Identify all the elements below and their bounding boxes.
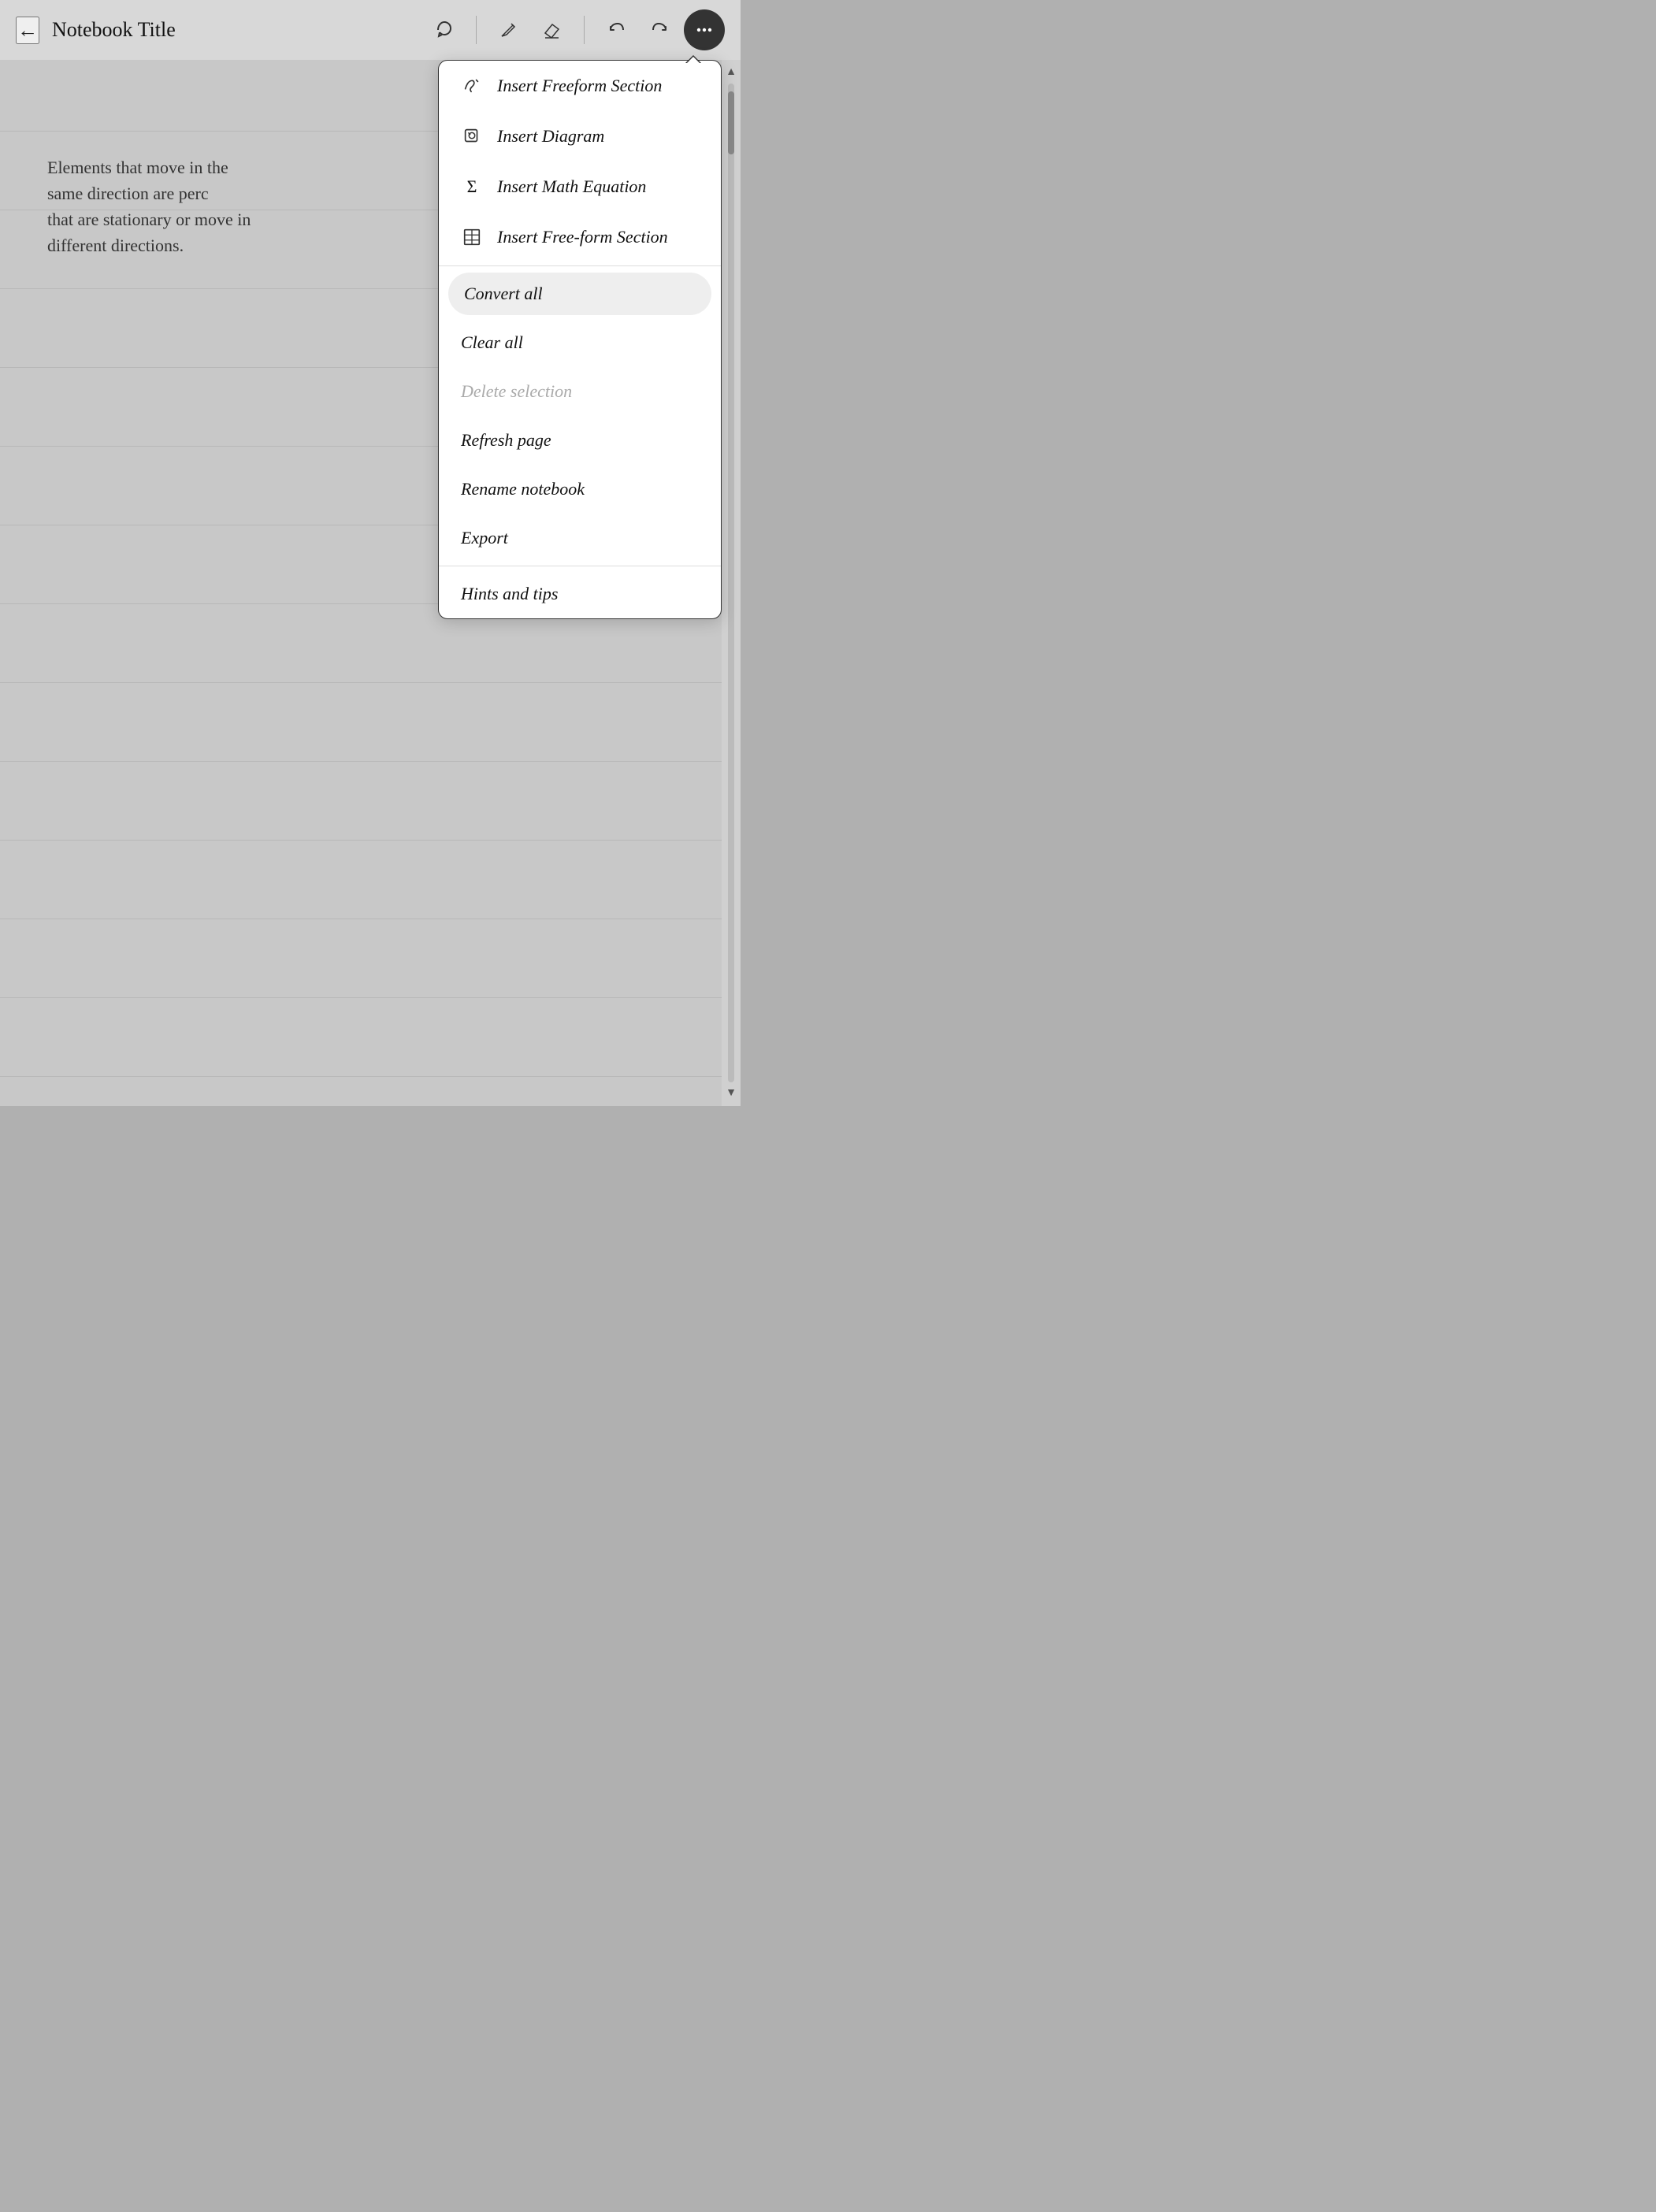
menu-label-refresh-page: Refresh page <box>461 430 551 451</box>
menu-label-rename-notebook: Rename notebook <box>461 479 585 499</box>
math-icon: Σ <box>461 176 483 198</box>
menu-separator-1 <box>439 265 721 266</box>
menu-label-export: Export <box>461 528 508 548</box>
line-rule <box>0 1076 722 1077</box>
menu-label-insert-freeform-section: Insert Free-form Section <box>497 227 668 247</box>
menu-label-insert-freeform: Insert Freeform Section <box>497 76 662 96</box>
pen-button[interactable] <box>488 9 529 50</box>
menu-item-insert-diagram[interactable]: Insert Diagram <box>439 111 721 161</box>
menu-item-insert-freeform[interactable]: Insert Freeform Section <box>439 61 721 111</box>
convert-all-wrapper: Convert all <box>439 269 721 318</box>
lasso-button[interactable] <box>424 9 465 50</box>
notebook-text: Elements that move in the same direction… <box>47 154 265 258</box>
back-button[interactable]: ← <box>16 17 39 44</box>
scrollbar-thumb[interactable] <box>728 91 734 154</box>
menu-item-delete-selection[interactable]: Delete selection <box>439 367 721 416</box>
text-line-2: that are stationary or move in different… <box>47 206 265 258</box>
scroll-up-arrow[interactable]: ▲ <box>726 66 737 79</box>
line-rule <box>0 840 722 841</box>
menu-item-clear-all[interactable]: Clear all <box>439 318 721 367</box>
freeform-icon <box>461 75 483 97</box>
separator-1 <box>476 16 477 44</box>
menu-label-convert-all: Convert all <box>464 284 543 304</box>
menu-item-insert-freeform-section[interactable]: Insert Free-form Section <box>439 212 721 262</box>
more-button[interactable] <box>684 9 725 50</box>
menu-item-convert-all[interactable]: Convert all <box>448 273 711 315</box>
separator-2 <box>584 16 585 44</box>
line-rule <box>0 997 722 998</box>
line-rule <box>0 761 722 762</box>
menu-label-hints-tips: Hints and tips <box>461 584 558 604</box>
scroll-down-arrow[interactable]: ▼ <box>726 1087 737 1100</box>
undo-button[interactable] <box>596 9 637 50</box>
text-line-1: Elements that move in the same direction… <box>47 154 265 206</box>
toolbar: ← Notebook Title <box>0 0 741 60</box>
menu-label-clear-all: Clear all <box>461 332 523 353</box>
menu-label-insert-diagram: Insert Diagram <box>497 126 604 147</box>
scrollbar-track[interactable] <box>728 84 734 1082</box>
menu-item-insert-math[interactable]: Σ Insert Math Equation <box>439 161 721 212</box>
notebook-title: Notebook Title <box>52 18 176 42</box>
toolbar-right <box>424 9 725 50</box>
menu-label-delete-selection: Delete selection <box>461 381 572 402</box>
dropdown-pointer-inner <box>686 57 700 64</box>
menu-item-refresh-page[interactable]: Refresh page <box>439 416 721 465</box>
eraser-button[interactable] <box>532 9 573 50</box>
toolbar-left: ← Notebook Title <box>16 17 176 44</box>
diagram-icon <box>461 125 483 147</box>
menu-item-export[interactable]: Export <box>439 514 721 562</box>
redo-button[interactable] <box>640 9 681 50</box>
freeform-section-icon <box>461 226 483 248</box>
menu-item-rename-notebook[interactable]: Rename notebook <box>439 465 721 514</box>
menu-label-insert-math: Insert Math Equation <box>497 176 646 197</box>
scrollbar[interactable]: ▲ ▼ <box>722 60 741 1106</box>
dropdown-menu: Insert Freeform Section Insert Diagram Σ… <box>438 60 722 619</box>
line-rule <box>0 682 722 683</box>
menu-item-hints-tips[interactable]: Hints and tips <box>439 570 721 618</box>
